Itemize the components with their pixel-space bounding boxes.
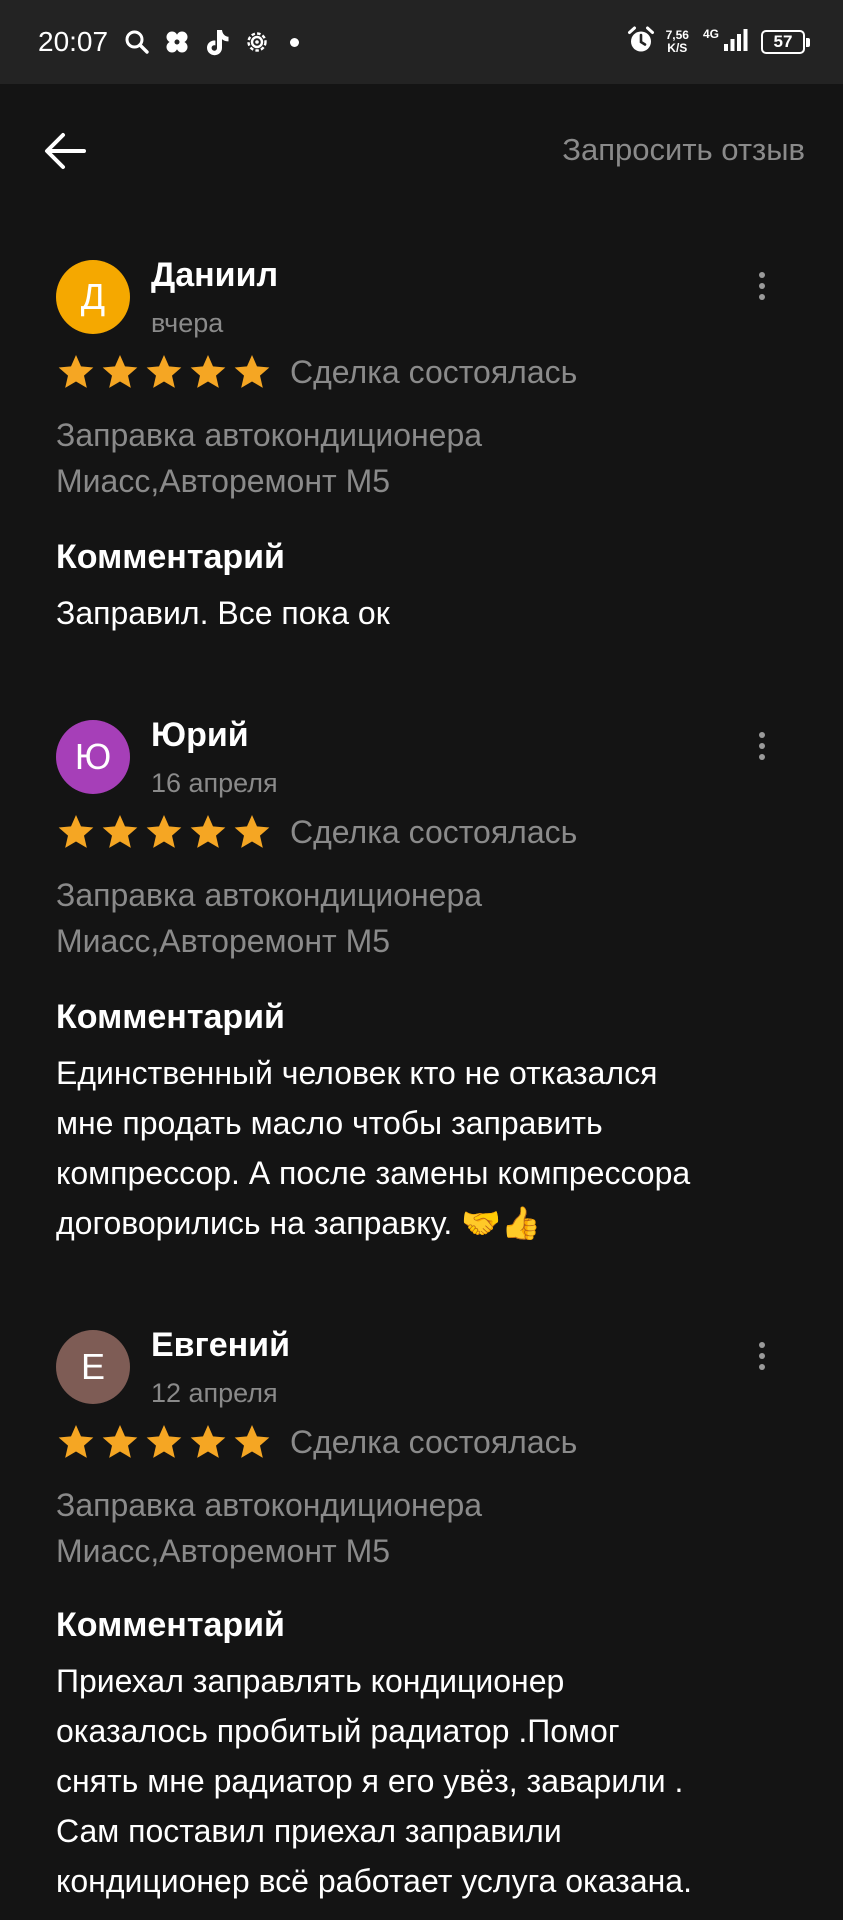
network-speed: 7,56 K/S [665,28,689,55]
more-notifications-dot [290,37,299,47]
review-date: 12 апреля [151,1378,278,1408]
system-icons: 7,56 K/S 4G 57 [626,22,810,62]
rating-stars [56,812,276,852]
star-icon [234,1425,270,1458]
notification-icons [120,24,299,60]
review-date: 16 апреля [151,768,278,798]
comment-text: Единственный человек кто не отказался мн… [56,1055,691,1241]
service-provider: Миасс,Авторемонт М5 [56,463,391,499]
service-name: Заправка автокондиционера [56,1487,483,1523]
request-review-button[interactable]: Запросить отзыв [562,132,805,168]
review-card: Д Даниил вчера Сделка состоялась Заправк… [0,256,843,660]
comment-text: Приехал заправлять кондиционер оказалось… [56,1663,692,1899]
star-icon [58,355,94,388]
avatar: Д [56,260,130,334]
status-time: 20:07 [38,26,109,57]
service-name: Заправка автокондиционера [56,417,483,453]
star-icon [190,815,226,848]
comment-heading: Комментарий [56,1606,285,1644]
star-icon [102,1425,138,1458]
service-info: Заправка автокондиционера Миасс,Авторемо… [56,1482,482,1574]
back-button[interactable] [40,126,90,176]
service-info: Заправка автокондиционера Миасс,Авторемо… [56,412,482,504]
network-type: 4G [702,27,719,41]
star-icon [102,355,138,388]
review-card: Е Евгений 12 апреля Сделка состоялась За… [0,1326,843,1920]
comment-text: Заправил. Все пока ок [56,595,390,631]
tiktok-icon [200,25,234,59]
arrow-left-icon [45,133,86,169]
service-info: Заправка автокондиционера Миасс,Авторемо… [56,872,482,964]
star-icon [58,815,94,848]
alarm-icon [626,25,656,60]
search-icon [120,25,154,59]
star-icon [234,815,270,848]
star-icon [58,1425,94,1458]
rating-stars [56,352,276,392]
review-author: Даниил [151,256,279,294]
star-icon [146,1425,182,1458]
rating-stars [56,1422,276,1462]
settings-gear-icon [240,25,274,59]
star-icon [190,355,226,388]
review-card: Ю Юрий 16 апреля Сделка состоялась Запра… [0,716,843,1280]
comment-heading: Комментарий [56,538,285,576]
avatar: Ю [56,720,130,794]
star-icon [190,1425,226,1458]
star-icon [146,815,182,848]
review-author: Юрий [151,716,249,754]
service-provider: Миасс,Авторемонт М5 [56,923,391,959]
review-date: вчера [151,308,224,338]
comment-heading: Комментарий [56,998,285,1036]
deal-status: Сделка состоялась [290,354,578,390]
star-icon [146,355,182,388]
star-icon [234,355,270,388]
service-provider: Миасс,Авторемонт М5 [56,1533,391,1569]
battery-indicator: 57 [761,30,810,54]
deal-status: Сделка состоялась [290,814,578,850]
avatar: Е [56,1330,130,1404]
flower-app-icon [160,25,194,59]
more-options-button[interactable] [744,1334,780,1378]
star-icon [102,815,138,848]
status-bar: 20:07 7,56 K/S 4G 57 [0,0,843,84]
service-name: Заправка автокондиционера [56,877,483,913]
more-options-button[interactable] [744,264,780,308]
signal-icon [723,27,749,58]
more-options-button[interactable] [744,724,780,768]
deal-status: Сделка состоялась [290,1424,578,1460]
review-author: Евгений [151,1326,290,1364]
